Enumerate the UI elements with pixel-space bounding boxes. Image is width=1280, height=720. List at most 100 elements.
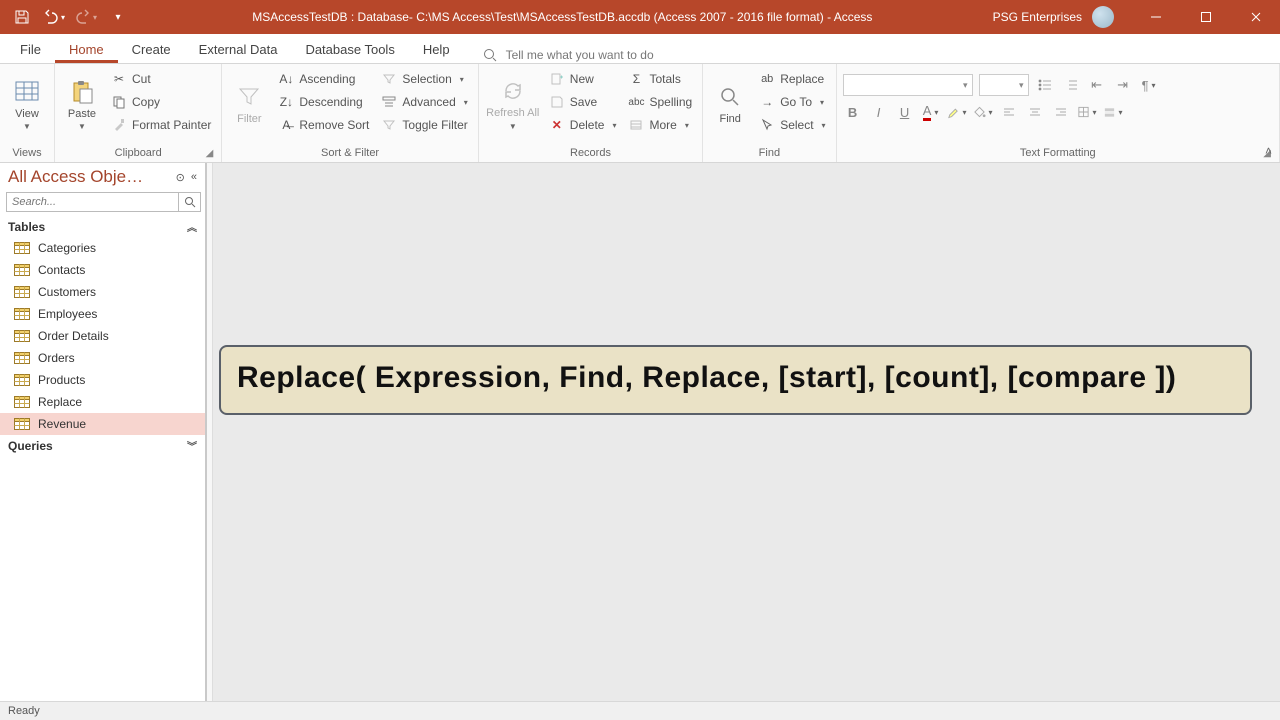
find-button[interactable]: Find xyxy=(709,68,751,140)
search-input[interactable] xyxy=(6,192,179,212)
delete-button[interactable]: ✕Delete▾ xyxy=(545,114,621,136)
fill-color-icon[interactable]: ▾ xyxy=(973,102,993,122)
collapse-ribbon-icon[interactable]: ˄ xyxy=(1265,144,1272,158)
replace-label: Replace xyxy=(780,72,824,86)
title-bar: ▾ ▾ ▾ MSAccessTestDB : Database- C:\MS A… xyxy=(0,0,1280,34)
funnel-icon xyxy=(235,83,263,111)
nav-table-item[interactable]: Revenue xyxy=(0,413,205,435)
new-button[interactable]: New xyxy=(545,68,621,90)
refresh-all-button[interactable]: Refresh All ▼ xyxy=(485,68,541,140)
totals-button[interactable]: ΣTotals xyxy=(624,68,696,90)
tab-file[interactable]: File xyxy=(6,36,55,63)
nav-table-item[interactable]: Order Details xyxy=(0,325,205,347)
align-right-icon[interactable] xyxy=(1051,102,1071,122)
tab-create[interactable]: Create xyxy=(118,36,185,63)
nav-search xyxy=(0,189,205,216)
search-go-button[interactable] xyxy=(179,192,201,212)
ascending-button[interactable]: A↓Ascending xyxy=(274,68,373,90)
align-left-icon[interactable] xyxy=(999,102,1019,122)
refresh-all-label: Refresh All xyxy=(486,107,539,119)
gridlines-icon[interactable]: ▾ xyxy=(1077,102,1097,122)
title-right: PSG Enterprises xyxy=(993,0,1280,34)
save-icon[interactable] xyxy=(8,3,36,31)
sort-desc-icon: Z↓ xyxy=(278,94,294,110)
main-area: All Access Obje… ⊙ « Tables︽ CategoriesC… xyxy=(0,163,1280,701)
find-label: Find xyxy=(719,113,740,125)
increase-indent-icon[interactable]: ⇥ xyxy=(1113,75,1133,95)
underline-icon[interactable]: U xyxy=(895,102,915,122)
remove-sort-button[interactable]: A̶Remove Sort xyxy=(274,114,373,136)
nav-table-item[interactable]: Orders xyxy=(0,347,205,369)
text-direction-icon[interactable]: ¶▾ xyxy=(1139,75,1159,95)
maximize-button[interactable] xyxy=(1184,0,1228,34)
dialog-launcher-icon[interactable]: ◢ xyxy=(206,148,214,159)
highlight-icon[interactable]: ▾ xyxy=(947,102,967,122)
goto-label: Go To xyxy=(780,95,812,109)
datasheet-view-icon xyxy=(13,78,41,106)
paste-button[interactable]: Paste ▼ xyxy=(61,68,103,140)
nav-table-item[interactable]: Categories xyxy=(0,237,205,259)
select-icon xyxy=(759,117,775,133)
selection-button[interactable]: Selection▾ xyxy=(377,68,471,90)
select-button[interactable]: Select▾ xyxy=(755,114,829,136)
save-button[interactable]: Save xyxy=(545,91,621,113)
font-color-icon[interactable]: A▾ xyxy=(921,102,941,122)
nav-menu-icon[interactable]: ⊙ xyxy=(174,171,187,184)
group-find: Find abReplace →Go To▾ Select▾ Find xyxy=(703,64,836,162)
align-center-icon[interactable] xyxy=(1025,102,1045,122)
tab-home[interactable]: Home xyxy=(55,36,118,63)
group-clipboard: Paste ▼ ✂Cut Copy Format Painter Clipboa… xyxy=(55,64,222,162)
format-painter-button[interactable]: Format Painter xyxy=(107,114,215,136)
table-icon xyxy=(14,374,30,386)
view-label: View xyxy=(15,108,39,120)
italic-icon[interactable]: I xyxy=(869,102,889,122)
bold-icon[interactable]: B xyxy=(843,102,863,122)
goto-button[interactable]: →Go To▾ xyxy=(755,91,829,113)
tab-external-data[interactable]: External Data xyxy=(185,36,292,63)
group-label-views: Views xyxy=(6,145,48,162)
tell-me-search[interactable]: Tell me what you want to do xyxy=(464,47,654,63)
nav-collapse-icon[interactable]: « xyxy=(189,171,199,183)
nav-table-item[interactable]: Customers xyxy=(0,281,205,303)
more-button[interactable]: More▾ xyxy=(624,114,696,136)
nav-table-item[interactable]: Contacts xyxy=(0,259,205,281)
undo-button[interactable]: ▾ xyxy=(40,3,68,31)
close-button[interactable] xyxy=(1234,0,1278,34)
toggle-filter-icon xyxy=(381,117,397,133)
font-size-combo[interactable] xyxy=(979,74,1029,96)
copy-button[interactable]: Copy xyxy=(107,91,215,113)
nav-pane-header[interactable]: All Access Obje… ⊙ « xyxy=(0,163,205,189)
minimize-button[interactable] xyxy=(1134,0,1178,34)
decrease-indent-icon[interactable]: ⇤ xyxy=(1087,75,1107,95)
font-combo[interactable] xyxy=(843,74,973,96)
qat-customize-icon[interactable]: ▾ xyxy=(104,3,132,31)
nav-category-queries[interactable]: Queries︾ xyxy=(0,435,205,456)
tab-help[interactable]: Help xyxy=(409,36,464,63)
nav-table-item[interactable]: Products xyxy=(0,369,205,391)
alt-row-color-icon[interactable]: ▾ xyxy=(1103,102,1123,122)
redo-button[interactable]: ▾ xyxy=(72,3,100,31)
selection-icon xyxy=(381,71,397,87)
category-label: Tables xyxy=(8,220,45,234)
find-icon xyxy=(716,83,744,111)
nav-category-tables[interactable]: Tables︽ xyxy=(0,216,205,237)
replace-button[interactable]: abReplace xyxy=(755,68,829,90)
tab-database-tools[interactable]: Database Tools xyxy=(291,36,408,63)
toggle-filter-button[interactable]: Toggle Filter xyxy=(377,114,471,136)
new-label: New xyxy=(570,72,594,86)
nav-table-item[interactable]: Employees xyxy=(0,303,205,325)
spelling-button[interactable]: abcSpelling xyxy=(624,91,696,113)
view-button[interactable]: View ▼ xyxy=(6,68,48,140)
group-text-formatting: ⇤ ⇥ ¶▾ B I U A▾ ▾ ▾ ▾ ▾ Text Formatting◢ xyxy=(837,64,1280,162)
filter-button[interactable]: Filter xyxy=(228,68,270,140)
cut-button[interactable]: ✂Cut xyxy=(107,68,215,90)
table-name: Customers xyxy=(38,285,96,299)
nav-table-item[interactable]: Replace xyxy=(0,391,205,413)
descending-button[interactable]: Z↓Descending xyxy=(274,91,373,113)
bullets-icon[interactable] xyxy=(1035,75,1055,95)
format-painter-label: Format Painter xyxy=(132,118,211,132)
table-name: Employees xyxy=(38,307,97,321)
user-avatar[interactable] xyxy=(1092,6,1114,28)
advanced-button[interactable]: Advanced▾ xyxy=(377,91,471,113)
numbering-icon[interactable] xyxy=(1061,75,1081,95)
